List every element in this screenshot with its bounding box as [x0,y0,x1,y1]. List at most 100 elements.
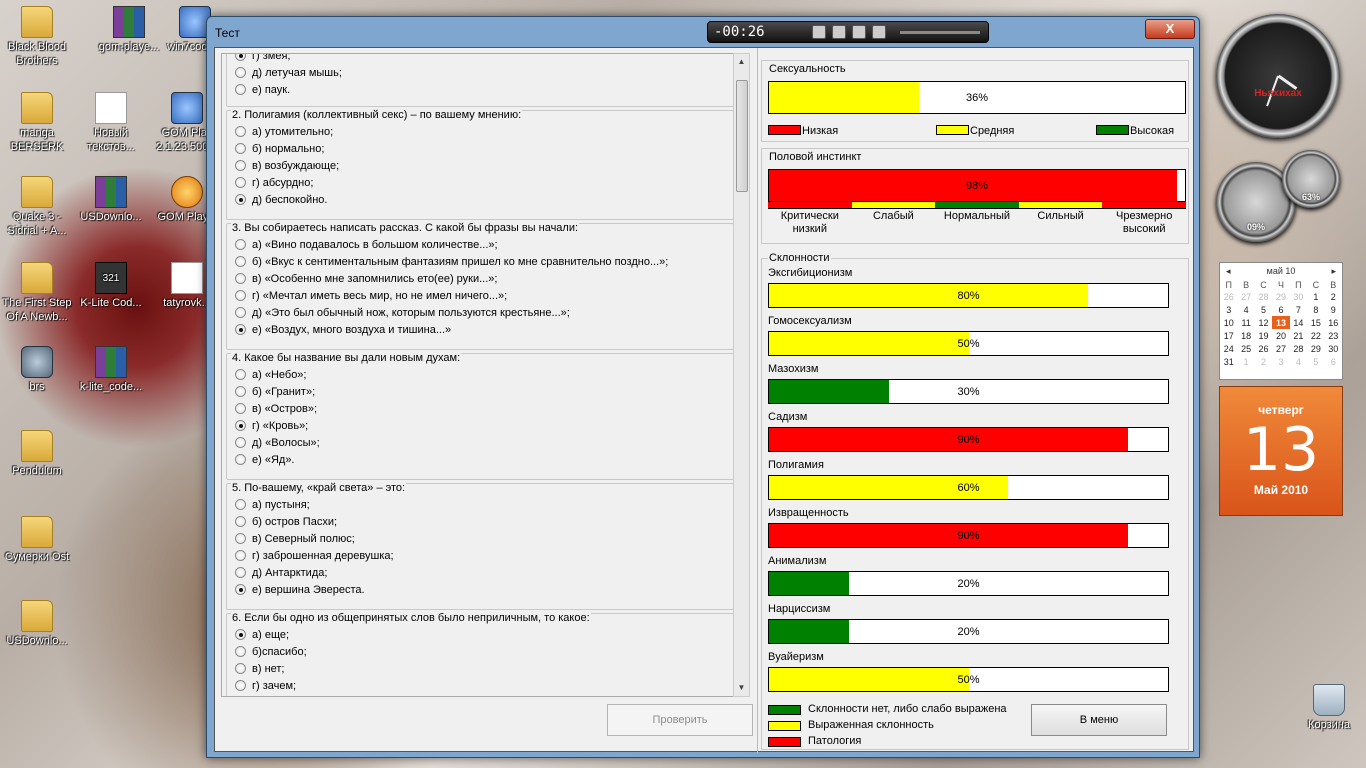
radio-button[interactable] [235,84,246,95]
calendar-day[interactable]: 1 [1307,290,1324,303]
calendar-day[interactable]: 4 [1290,355,1307,368]
forward-icon[interactable] [872,25,886,39]
desktop-icon[interactable]: USDownlo... [74,176,148,224]
answer-option[interactable]: е) паук. [235,81,290,98]
calendar-day[interactable]: 24 [1220,342,1237,355]
radio-button[interactable] [235,663,246,674]
answer-option[interactable]: г) заброшенная деревушка; [235,547,394,564]
close-button[interactable]: X [1145,19,1195,39]
answer-option[interactable]: а) еще; [235,626,289,643]
answer-option[interactable]: в) Северный полюс; [235,530,355,547]
radio-button[interactable] [235,386,246,397]
calendar-day[interactable]: 20 [1272,329,1289,342]
answer-option[interactable]: а) утомительно; [235,123,333,140]
radio-button[interactable] [235,584,246,595]
calendar-day[interactable]: 2 [1325,290,1342,303]
play-pause-icon[interactable] [832,25,846,39]
calendar-day[interactable]: 26 [1220,290,1237,303]
calendar-day[interactable]: 5 [1307,355,1324,368]
calendar-day[interactable]: 16 [1325,316,1342,329]
desktop-icon[interactable]: Quake 3 - Sidrial + A... [0,176,74,238]
calendar-day[interactable]: 19 [1255,329,1272,342]
calendar-day[interactable]: 4 [1237,303,1254,316]
radio-button[interactable] [235,194,246,205]
desktop-icon[interactable]: Корзина [1292,684,1366,732]
answer-option[interactable]: е) «Воздух, много воздуха и тишина...» [235,321,451,338]
calendar-day[interactable]: 7 [1290,303,1307,316]
radio-button[interactable] [235,324,246,335]
questions-scrollbar[interactable]: ▲ ▼ [733,53,750,697]
radio-button[interactable] [235,67,246,78]
calendar-day[interactable]: 23 [1325,329,1342,342]
calendar-day[interactable]: 11 [1237,316,1254,329]
answer-option[interactable]: д) «Это был обычный нож, которым пользую… [235,304,570,321]
answer-option[interactable]: в) «Остров»; [235,400,317,417]
clock-gadget[interactable]: Ньяхихах [1216,14,1340,138]
answer-option[interactable]: г) змея; [235,54,290,64]
radio-button[interactable] [235,273,246,284]
prev-month-icon[interactable]: ◂ [1226,266,1231,277]
calendar-day[interactable]: 27 [1237,290,1254,303]
radio-button[interactable] [235,290,246,301]
radio-button[interactable] [235,54,246,61]
desktop-icon[interactable]: brs [0,346,74,394]
desktop-icon[interactable]: Pendulum [0,430,74,478]
calendar-day[interactable]: 8 [1307,303,1324,316]
calendar-day-gadget[interactable]: четверг 13 Май 2010 [1219,386,1343,516]
calendar-day[interactable]: 27 [1272,342,1289,355]
next-month-icon[interactable]: ▸ [1331,266,1336,277]
radio-button[interactable] [235,499,246,510]
radio-button[interactable] [235,454,246,465]
calendar-day[interactable]: 25 [1237,342,1254,355]
answer-option[interactable]: д) летучая мышь; [235,64,342,81]
desktop-icon[interactable]: gom-playe... [92,6,166,54]
radio-button[interactable] [235,550,246,561]
answer-option[interactable]: б) «Вкус к сентиментальным фантазиям при… [235,253,668,270]
calendar-day[interactable]: 10 [1220,316,1237,329]
radio-button[interactable] [235,516,246,527]
answer-option[interactable]: д) беспокойно. [235,191,327,208]
answer-option[interactable]: б) «Гранит»; [235,383,315,400]
questions-pane[interactable]: г) змея; д) летучая мышь; е) паук. 2. Полиг… [221,53,735,697]
calendar-day[interactable]: 2 [1255,355,1272,368]
calendar-month-gadget[interactable]: ◂ май 10 ▸ П В С Ч П С В 26 27 28 29 30 1 2 3 4 5 6 7 8 9 10 1… [1219,262,1343,380]
calendar-day[interactable]: 9 [1325,303,1342,316]
calendar-day[interactable]: 30 [1325,342,1342,355]
calendar-day[interactable]: 18 [1237,329,1254,342]
answer-option[interactable]: в) «Особенно мне запомнились ето(ее) рук… [235,270,497,287]
radio-button[interactable] [235,160,246,171]
calendar-day[interactable]: 30 [1290,290,1307,303]
desktop-icon[interactable]: Новый текстов... [74,92,148,154]
calendar-day[interactable]: 5 [1255,303,1272,316]
desktop-icon[interactable]: k-lite_code... [74,346,148,394]
radio-button[interactable] [235,239,246,250]
answer-option[interactable]: д) «Волосы»; [235,434,320,451]
calendar-day[interactable]: 22 [1307,329,1324,342]
answer-option[interactable]: г) «Кровь»; [235,417,308,434]
scroll-down-icon[interactable]: ▼ [734,680,749,696]
calendar-day[interactable]: 21 [1290,329,1307,342]
calendar-day[interactable]: 1 [1237,355,1254,368]
answer-option[interactable]: б)спасибо; [235,643,307,660]
calendar-day[interactable]: 28 [1255,290,1272,303]
desktop-icon[interactable]: 321 K-Lite Cod... [74,262,148,310]
answer-option[interactable]: г) абсурдно; [235,174,313,191]
calendar-day[interactable]: 12 [1255,316,1272,329]
calendar-day[interactable]: 17 [1220,329,1237,342]
calendar-day[interactable]: 29 [1272,290,1289,303]
desktop-icon[interactable]: USDownlo... [0,600,74,648]
answer-option[interactable]: д) пойдем; [235,694,307,696]
scroll-thumb[interactable] [736,80,748,192]
desktop-icon[interactable]: Black Blood Brothers [0,6,74,68]
radio-button[interactable] [235,307,246,318]
title-bar[interactable]: Тест -00:26 X [207,17,1199,47]
calendar-day[interactable]: 14 [1290,316,1307,329]
answer-option[interactable]: г) зачем; [235,677,296,694]
answer-option[interactable]: д) Антарктида; [235,564,327,581]
verify-button[interactable]: Проверить [607,704,753,736]
radio-button[interactable] [235,256,246,267]
answer-option[interactable]: а) пустыня; [235,496,310,513]
ram-gauge-gadget[interactable]: 63% [1282,150,1340,208]
volume-slider[interactable] [900,31,980,34]
scroll-up-icon[interactable]: ▲ [734,54,749,70]
